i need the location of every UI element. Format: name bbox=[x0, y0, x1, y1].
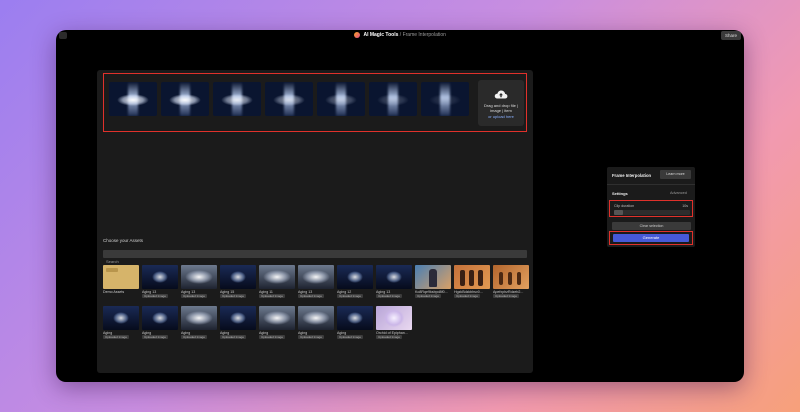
breadcrumb-page: Frame Interpolation bbox=[402, 32, 446, 38]
asset-type-badge: Uploaded Image bbox=[259, 294, 286, 298]
asset-type-badge: Uploaded Image bbox=[142, 335, 169, 339]
asset-type-badge: Uploaded Image bbox=[181, 335, 208, 339]
asset-thumbnail bbox=[259, 265, 295, 289]
asset-thumbnail bbox=[376, 306, 412, 330]
upload-dropzone[interactable]: Drag and drop file | image | item or upl… bbox=[478, 80, 524, 126]
asset-thumbnail bbox=[220, 306, 256, 330]
asset-tile[interactable]: Aging 13 Uploaded Image bbox=[181, 265, 217, 299]
asset-tile[interactable]: Aging 12 Uploaded Image bbox=[337, 265, 373, 299]
asset-type-badge: Uploaded Image bbox=[493, 294, 520, 298]
asset-type-badge: Uploaded Image bbox=[454, 294, 481, 298]
asset-tile[interactable]: ApefxphzRdzeb2... Uploaded Image bbox=[493, 265, 529, 299]
clip-duration-slider[interactable] bbox=[614, 210, 690, 215]
sidebar-divider bbox=[607, 184, 695, 185]
breadcrumb-separator: / bbox=[399, 32, 402, 38]
asset-thumbnail bbox=[376, 265, 412, 289]
learn-more-button[interactable]: Learn more bbox=[660, 170, 691, 179]
asset-thumbnail bbox=[298, 265, 334, 289]
asset-type-badge: Uploaded Image bbox=[415, 294, 442, 298]
asset-tile[interactable]: Aging Uploaded Image bbox=[220, 306, 256, 340]
clip-duration-label: Clip duration bbox=[614, 204, 635, 208]
asset-tile[interactable]: Aging Uploaded Image bbox=[259, 306, 295, 340]
asset-thumbnail bbox=[220, 265, 256, 289]
frame-thumbnail[interactable] bbox=[161, 82, 209, 116]
clip-duration-value: 10s bbox=[682, 204, 688, 208]
asset-type-badge: Uploaded Image bbox=[142, 294, 169, 298]
asset-type-badge: Uploaded Image bbox=[337, 294, 364, 298]
asset-tile[interactable]: Orchid of Epiphan... Uploaded Image bbox=[376, 306, 412, 340]
frame-thumbnail[interactable] bbox=[421, 82, 469, 116]
frame-thumbnail[interactable] bbox=[109, 82, 157, 116]
advanced-tab[interactable]: Advanced bbox=[670, 191, 687, 195]
asset-search-bar bbox=[103, 250, 527, 266]
clip-duration-slider-fill[interactable] bbox=[614, 210, 624, 215]
asset-thumbnail bbox=[298, 306, 334, 330]
title-bar: AI Magic Tools / Frame Interpolation Sha… bbox=[56, 30, 744, 42]
asset-type-badge: Uploaded Image bbox=[259, 335, 286, 339]
asset-thumbnail bbox=[259, 306, 295, 330]
frame-thumbnail[interactable] bbox=[369, 82, 417, 116]
main-panel: Drag and drop file | image | item or upl… bbox=[97, 70, 533, 373]
asset-tile[interactable]: Aging 13 Uploaded Image bbox=[142, 265, 178, 299]
breadcrumb-brand[interactable]: AI Magic Tools bbox=[363, 32, 398, 38]
settings-tab[interactable]: Settings bbox=[612, 191, 628, 196]
frame-thumbnail[interactable] bbox=[265, 82, 313, 116]
asset-thumbnail bbox=[103, 306, 139, 330]
share-button[interactable]: Share bbox=[720, 31, 741, 40]
asset-thumbnail bbox=[181, 306, 217, 330]
folder-thumbnail bbox=[103, 265, 139, 289]
asset-tile[interactable]: Aging Uploaded Image bbox=[103, 306, 139, 340]
asset-type-badge: Uploaded Image bbox=[298, 335, 325, 339]
app-logo-icon bbox=[354, 31, 361, 38]
frame-thumbnail[interactable] bbox=[213, 82, 261, 116]
asset-type-badge: Uploaded Image bbox=[220, 335, 247, 339]
asset-tile[interactable]: Aging Uploaded Image bbox=[142, 306, 178, 340]
frame-thumbnail[interactable] bbox=[317, 82, 365, 116]
asset-thumbnail bbox=[454, 265, 490, 289]
sidebar-title: Frame Interpolation bbox=[612, 173, 652, 178]
frames-strip: Drag and drop file | image | item or upl… bbox=[103, 73, 527, 132]
cloud-upload-icon bbox=[494, 90, 508, 99]
app-window: AI Magic Tools / Frame Interpolation Sha… bbox=[56, 30, 744, 382]
asset-name: Demo Assets bbox=[103, 290, 125, 294]
generate-highlight: Generate bbox=[609, 231, 693, 245]
asset-tile[interactable]: Demo Assets bbox=[103, 265, 139, 299]
asset-tile[interactable]: Ko8Rqe9ksbpd8f0... Uploaded Image bbox=[415, 265, 451, 299]
asset-thumbnail bbox=[142, 265, 178, 289]
asset-tile[interactable]: Aging 11 Uploaded Image bbox=[259, 265, 295, 299]
assets-heading: Choose your Assets bbox=[103, 238, 144, 243]
clip-duration-control: Clip duration 10s bbox=[609, 200, 693, 217]
asset-type-badge: Uploaded Image bbox=[298, 294, 325, 298]
upload-link[interactable]: or upload here bbox=[478, 114, 524, 119]
asset-thumbnail bbox=[415, 265, 451, 289]
asset-tile[interactable]: Aging Uploaded Image bbox=[181, 306, 217, 340]
clear-selection-button[interactable]: Clear selection bbox=[612, 222, 691, 230]
asset-thumbnail bbox=[337, 306, 373, 330]
asset-tile[interactable]: Aging 13 Uploaded Image bbox=[298, 265, 334, 299]
settings-sidebar: Frame Interpolation Learn more Settings … bbox=[607, 167, 695, 247]
asset-thumbnail bbox=[142, 306, 178, 330]
generate-button[interactable]: Generate bbox=[613, 234, 689, 242]
upload-instructions: Drag and drop file | image | item bbox=[484, 103, 518, 113]
asset-tile[interactable]: Aging 15 Uploaded Image bbox=[220, 265, 256, 299]
asset-tile[interactable]: Aging Uploaded Image bbox=[337, 306, 373, 340]
asset-tile[interactable]: HgzkBdzkbhsv0... Uploaded Image bbox=[454, 265, 490, 299]
asset-type-badge: Uploaded Image bbox=[376, 335, 403, 339]
asset-thumbnail bbox=[337, 265, 373, 289]
asset-thumbnail bbox=[181, 265, 217, 289]
asset-type-badge: Uploaded Image bbox=[103, 335, 130, 339]
asset-type-badge: Uploaded Image bbox=[376, 294, 403, 298]
asset-tile[interactable]: Aging Uploaded Image bbox=[298, 306, 334, 340]
asset-type-badge: Uploaded Image bbox=[181, 294, 208, 298]
asset-thumbnail bbox=[493, 265, 529, 289]
breadcrumb: AI Magic Tools / Frame Interpolation bbox=[56, 31, 744, 40]
asset-type-badge: Uploaded Image bbox=[337, 335, 364, 339]
asset-type-badge: Uploaded Image bbox=[220, 294, 247, 298]
asset-tile[interactable]: Aging 13 Uploaded Image bbox=[376, 265, 412, 299]
